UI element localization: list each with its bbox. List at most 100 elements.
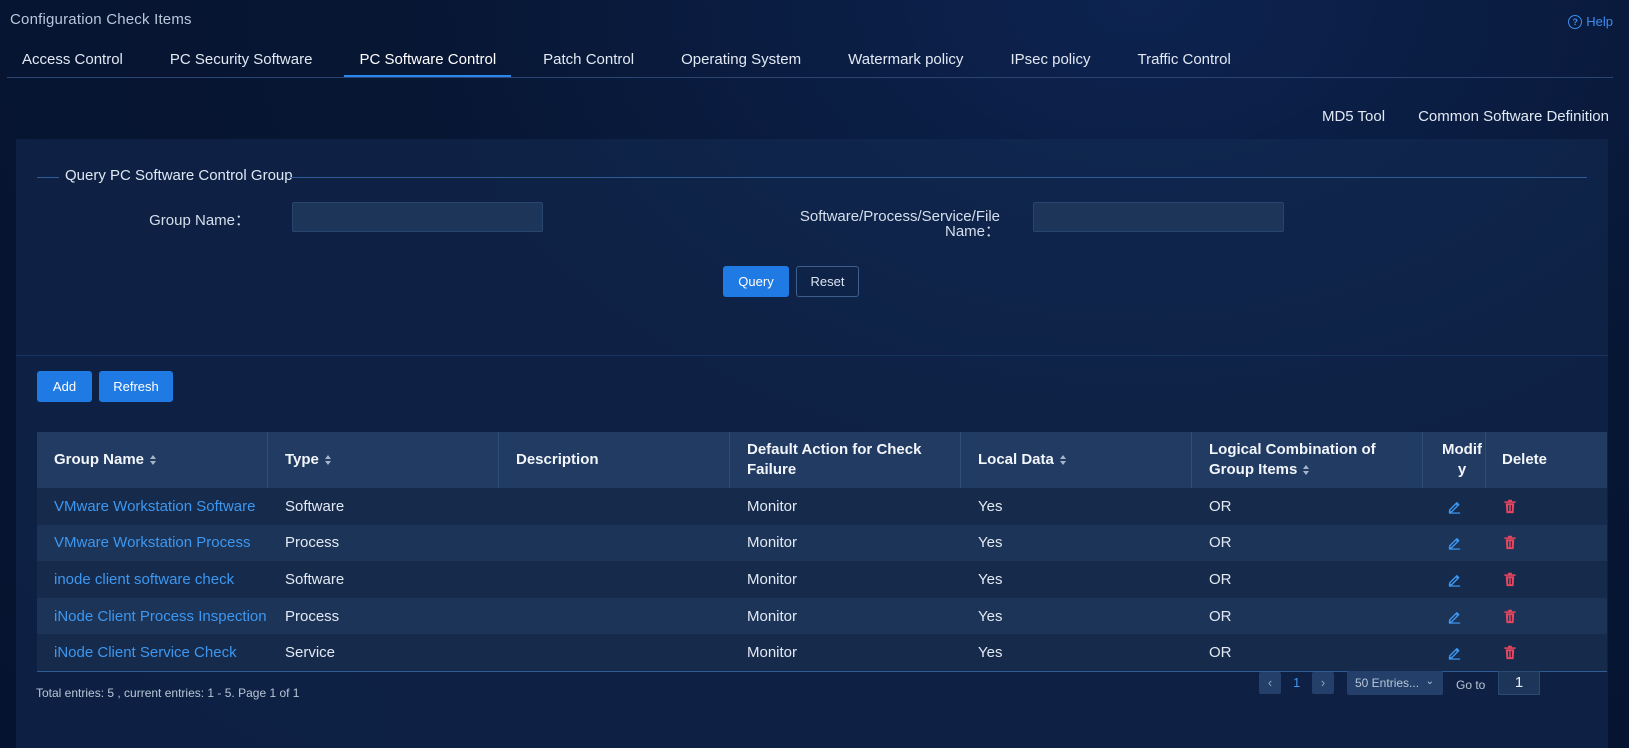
trash-icon[interactable] [1503, 572, 1517, 587]
section-divider [16, 355, 1608, 356]
column-header-label: Default Action for Check Failure [747, 441, 922, 478]
help-link[interactable]: ? Help [1568, 14, 1613, 29]
tab-access-control[interactable]: Access Control [7, 44, 138, 76]
modify-cell [1423, 598, 1486, 635]
column-header-local-data[interactable]: Local Data [961, 432, 1192, 488]
prev-page-button[interactable]: ‹ [1259, 672, 1281, 694]
tab-pc-security-software[interactable]: PC Security Software [155, 44, 328, 76]
tab-ipsec-policy[interactable]: IPsec policy [995, 44, 1105, 76]
default-action-cell: Monitor [747, 497, 798, 515]
page-title: Configuration Check Items [10, 11, 192, 28]
page-size-value: 50 Entries... [1355, 676, 1420, 690]
column-header-description: Description [499, 432, 730, 488]
pencil-icon[interactable] [1447, 499, 1462, 514]
query-section-header: Query PC Software Control Group [37, 167, 1587, 187]
group-name-link[interactable]: iNode Client Service Check [37, 634, 268, 671]
next-page-button[interactable]: › [1312, 672, 1334, 694]
common-software-definition-link[interactable]: Common Software Definition [1418, 108, 1609, 125]
column-header-logical-combination[interactable]: Logical Combination of Group Items [1192, 432, 1423, 488]
column-header-label: Type [285, 451, 319, 468]
column-header-default-action: Default Action for Check Failure [730, 432, 961, 488]
group-name-link[interactable]: inode client software check [37, 561, 268, 598]
main-panel: Query PC Software Control Group Group Na… [16, 139, 1608, 748]
chevron-down-icon: ⌄ [1425, 676, 1434, 687]
column-header-label: Delete [1502, 451, 1548, 468]
description-cell [499, 561, 730, 598]
sort-caret-icon[interactable] [324, 455, 332, 465]
table-row: iNode Client Service Check Service Monitor… [37, 634, 1607, 671]
logical-combination-cell: OR [1209, 607, 1232, 625]
software-control-table: Group Name Type Description Default Acti… [37, 432, 1607, 672]
page-number-1[interactable]: 1 [1293, 675, 1300, 690]
tab-watermark-policy[interactable]: Watermark policy [833, 44, 978, 76]
trash-icon[interactable] [1503, 609, 1517, 624]
goto-page-input[interactable]: 1 [1498, 671, 1540, 695]
query-button[interactable]: Query [723, 266, 789, 297]
logical-combination-cell: OR [1209, 644, 1232, 662]
help-label: Help [1586, 14, 1613, 29]
trash-icon[interactable] [1503, 645, 1517, 660]
type-cell: Software [285, 570, 345, 588]
default-action-cell: Monitor [747, 644, 798, 662]
default-action-cell: Monitor [747, 534, 798, 552]
tab-bar: Access Control PC Security Software PC S… [7, 44, 1613, 78]
delete-cell [1486, 561, 1548, 598]
local-data-cell: Yes [978, 644, 1003, 662]
software-name-input[interactable] [1033, 202, 1284, 232]
logical-combination-cell: OR [1209, 570, 1232, 588]
query-section-title: Query PC Software Control Group [65, 167, 293, 184]
tab-operating-system[interactable]: Operating System [666, 44, 816, 76]
type-cell: Service [285, 644, 336, 662]
trash-icon[interactable] [1503, 535, 1517, 550]
tab-traffic-control[interactable]: Traffic Control [1122, 44, 1245, 76]
description-cell [499, 598, 730, 635]
column-header-label: Logical Combination of Group Items [1209, 440, 1422, 480]
group-name-link[interactable]: VMware Workstation Process [37, 525, 268, 562]
local-data-cell: Yes [978, 534, 1003, 552]
column-header-type[interactable]: Type [268, 432, 499, 488]
sort-caret-icon[interactable] [1059, 455, 1067, 465]
group-name-input[interactable] [292, 202, 543, 232]
pagination-summary: Total entries: 5 , current entries: 1 - … [36, 686, 300, 700]
column-header-label: Description [516, 451, 599, 468]
table-row: VMware Workstation Process Process Monitor… [37, 524, 1607, 562]
table-row: iNode Client Process Inspection Process Mo… [37, 597, 1607, 635]
column-header-label: Modify [1442, 441, 1482, 478]
delete-cell [1486, 598, 1548, 635]
top-links: MD5 Tool Common Software Definition [1322, 108, 1609, 125]
trash-icon[interactable] [1503, 499, 1517, 514]
group-name-label: Group Name： [149, 212, 250, 229]
divider [289, 177, 1587, 178]
group-name-link[interactable]: iNode Client Process Inspection [37, 598, 268, 635]
sort-caret-icon[interactable] [1303, 465, 1310, 476]
description-cell [499, 634, 730, 671]
group-name-link[interactable]: VMware Workstation Software [37, 488, 268, 525]
tab-patch-control[interactable]: Patch Control [528, 44, 649, 76]
add-button[interactable]: Add [37, 371, 92, 402]
tab-pc-software-control[interactable]: PC Software Control [344, 44, 511, 77]
pencil-icon[interactable] [1447, 535, 1462, 551]
page-size-select[interactable]: 50 Entries... ⌄ [1347, 671, 1443, 695]
pencil-icon[interactable] [1447, 645, 1462, 660]
logical-combination-cell: OR [1209, 534, 1232, 552]
pencil-icon[interactable] [1447, 609, 1462, 624]
table-row: VMware Workstation Software Software Monit… [37, 488, 1607, 525]
type-cell: Software [285, 497, 345, 515]
divider [37, 177, 59, 178]
software-name-label-line2: Name： [944, 223, 1000, 240]
column-header-label: Local Data [978, 451, 1054, 468]
column-header-delete: Delete [1486, 432, 1548, 488]
table-row: inode client software check Software Monit… [37, 561, 1607, 598]
delete-cell [1486, 488, 1548, 525]
local-data-cell: Yes [978, 607, 1003, 625]
refresh-button[interactable]: Refresh [99, 371, 173, 402]
sort-caret-icon[interactable] [150, 455, 157, 465]
column-header-group-name[interactable]: Group Name [37, 432, 268, 488]
local-data-cell: Yes [978, 497, 1003, 515]
software-name-label: Software/Process/Service/File Name： [756, 209, 1000, 239]
pencil-icon[interactable] [1447, 572, 1462, 587]
description-cell [499, 525, 730, 562]
md5-tool-link[interactable]: MD5 Tool [1322, 108, 1385, 125]
reset-button[interactable]: Reset [796, 266, 859, 297]
column-header-modify: Modify [1423, 432, 1486, 488]
